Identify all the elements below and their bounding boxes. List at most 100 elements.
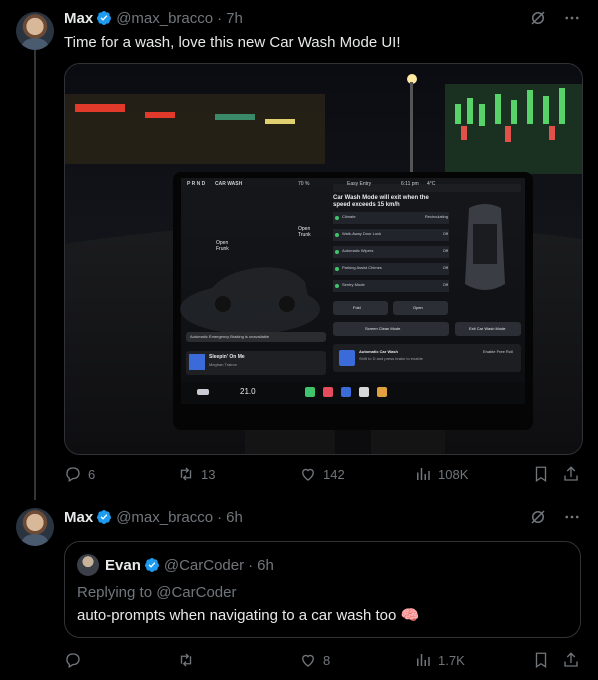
separator-dot: ·: [248, 556, 254, 574]
retweet-icon: [180, 467, 192, 481]
bookmark-action[interactable]: [532, 465, 550, 483]
settings-row-value: Off: [442, 282, 448, 287]
open-button: Open: [413, 305, 423, 310]
free-roll-label: Enable Free Roll: [483, 349, 513, 354]
screen-easy-entry: Easy Entry: [347, 181, 372, 187]
reply-icon: [66, 467, 80, 482]
settings-row-value: Off: [442, 248, 448, 253]
verified-badge-icon: [97, 510, 112, 524]
screen-battery: 70 %: [298, 181, 310, 187]
tweet-header: Max @max_bracco · 6h: [64, 507, 582, 527]
car-wash-card-title: Automatic Car Wash: [359, 349, 398, 354]
views-action[interactable]: 1.7K: [414, 651, 465, 669]
heart-icon: [302, 654, 314, 667]
open-trunk-label: Open Trunk: [298, 226, 311, 238]
bookmark-icon: [535, 652, 547, 669]
like-action[interactable]: 142: [299, 465, 345, 483]
grok-icon[interactable]: [528, 8, 548, 28]
share-action[interactable]: [562, 651, 580, 669]
settings-row-label: Automatic Wipers: [342, 248, 374, 253]
like-count: 142: [323, 466, 345, 482]
like-count: 8: [323, 652, 331, 668]
retweet-action[interactable]: 13: [177, 465, 215, 483]
author-handle[interactable]: @max_bracco: [116, 10, 213, 27]
car-interior-photo: [65, 64, 582, 454]
aeb-warning: Automatic Emergency Braking is unavailab…: [190, 334, 270, 339]
car-wash-panel-title: Car Wash Mode will exit when the speed e…: [333, 195, 429, 208]
reply-action[interactable]: [64, 651, 88, 669]
author-avatar[interactable]: [16, 508, 54, 546]
reply-action[interactable]: 6: [64, 465, 95, 483]
share-icon: [564, 652, 578, 667]
author-handle[interactable]: @max_bracco: [116, 509, 213, 526]
settings-row-value: Off: [442, 231, 448, 236]
tweet[interactable]: Max @max_bracco · 7h Time for a wash, lo…: [0, 0, 598, 500]
exit-car-wash-button: Exit Car Wash Mode: [469, 326, 506, 331]
quoted-tweet[interactable]: Evan @CarCoder · 6h Replying to @CarCode…: [64, 541, 581, 638]
screen-mode-label: CAR WASH: [215, 181, 243, 187]
tweet-media-photo[interactable]: P R N D CAR WASH 70 % Easy Entry 6:11 pm…: [64, 63, 583, 455]
settings-row: Walk-Away Door Lock Off: [342, 231, 448, 236]
separator-dot: ·: [217, 9, 223, 27]
verified-badge-icon: [97, 11, 112, 25]
settings-row: Sentry Mode Off: [342, 282, 448, 287]
screen-clean-button: Screen Clean Mode: [365, 326, 401, 331]
screen-gear-indicator: P R N D: [187, 181, 206, 187]
tweet-time[interactable]: 6h: [226, 509, 243, 526]
settings-row-label: Sentry Mode: [342, 282, 365, 287]
author-name[interactable]: Max: [64, 509, 93, 526]
retweet-action[interactable]: [177, 651, 201, 669]
more-options-icon[interactable]: [562, 507, 582, 527]
view-count: 1.7K: [438, 652, 465, 668]
quoted-author-name: Evan: [105, 556, 141, 574]
share-icon: [564, 466, 578, 481]
retweet-icon: [180, 653, 192, 667]
tweet-time[interactable]: 7h: [226, 10, 243, 27]
song-artist: Meghan Trainor: [209, 362, 238, 367]
thread-line: [34, 50, 36, 500]
tweet[interactable]: Max @max_bracco · 6h Evan @CarCoder · 6h…: [0, 500, 598, 680]
heart-icon: [302, 468, 314, 481]
bookmark-action[interactable]: [532, 651, 550, 669]
reply-count: 6: [88, 466, 96, 482]
quoted-tweet-time: 6h: [257, 556, 274, 574]
cabin-temperature: 21.0: [240, 387, 256, 396]
open-frunk-label: Open Frunk: [216, 240, 229, 252]
author-name[interactable]: Max: [64, 10, 93, 27]
fold-mirrors-button: Fold: [353, 305, 361, 310]
settings-row-label: Parking Assist Chimes: [342, 265, 382, 270]
tweet-actions: 6 13 142 108K: [64, 465, 582, 485]
settings-row-label: Climate: [342, 214, 356, 219]
views-icon: [417, 468, 430, 480]
quoted-tweet-header: Evan @CarCoder · 6h: [105, 554, 274, 576]
author-avatar[interactable]: [16, 12, 54, 50]
car-wash-card-subtitle: Shift to D and press brake to enable: [359, 356, 423, 361]
screen-outside-temp: 4°C: [427, 181, 436, 187]
settings-row: Parking Assist Chimes Off: [342, 265, 448, 270]
settings-row-value: Recirculating: [424, 214, 448, 219]
view-count: 108K: [438, 466, 469, 482]
reply-icon: [66, 653, 80, 668]
quoted-author-handle: @CarCoder: [163, 556, 245, 574]
verified-badge-icon: [144, 558, 159, 572]
like-action[interactable]: 8: [299, 651, 330, 669]
tweet-actions: 8 1.7K: [64, 651, 582, 671]
separator-dot: ·: [217, 508, 223, 526]
replying-to-label: Replying to @CarCoder: [77, 584, 237, 601]
tweet-header: Max @max_bracco · 7h: [64, 8, 582, 28]
song-title: Sleepin' On Me: [209, 354, 245, 360]
views-icon: [417, 654, 430, 666]
tweet-text: Time for a wash, love this new Car Wash …: [64, 34, 401, 51]
grok-icon[interactable]: [528, 507, 548, 527]
settings-row-label: Walk-Away Door Lock: [342, 231, 382, 236]
more-options-icon[interactable]: [562, 8, 582, 28]
screen-clock: 6:11 pm: [401, 181, 419, 187]
settings-row: Climate Recirculating: [342, 214, 448, 219]
settings-row: Automatic Wipers Off: [342, 248, 448, 253]
share-action[interactable]: [562, 465, 580, 483]
quoted-tweet-text: auto-prompts when navigating to a car wa…: [77, 607, 420, 624]
views-action[interactable]: 108K: [414, 465, 468, 483]
bookmark-icon: [535, 466, 547, 483]
quoted-author-avatar: [77, 554, 99, 576]
retweet-count: 13: [201, 466, 216, 482]
